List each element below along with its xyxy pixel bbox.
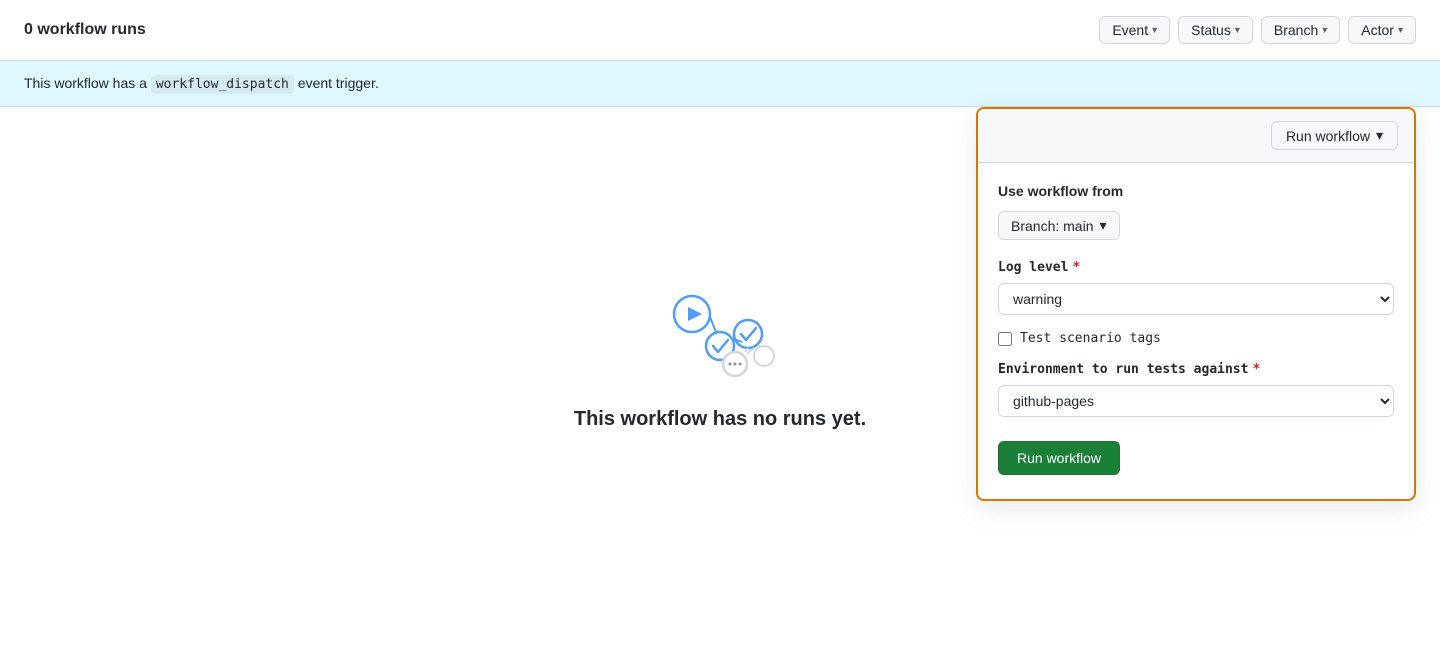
environment-required-star: * (1252, 362, 1260, 377)
filter-buttons: Event ▾ Status ▾ Branch ▾ Actor ▾ (1099, 16, 1416, 44)
empty-state-title: This workflow has no runs yet. (574, 408, 866, 431)
main-content: This workflow has no runs yet. Run workf… (0, 107, 1440, 607)
actor-chevron-icon: ▾ (1398, 25, 1403, 36)
status-filter-label: Status (1191, 22, 1231, 38)
status-filter-button[interactable]: Status ▾ (1178, 16, 1253, 44)
environment-select[interactable]: github-pages staging production (998, 385, 1394, 417)
log-level-label: Log level* (998, 260, 1394, 275)
banner-suffix: event trigger. (294, 75, 379, 91)
branch-chevron-icon: ▾ (1322, 25, 1327, 36)
panel-caret (1338, 107, 1354, 109)
run-workflow-submit-button[interactable]: Run workflow (998, 441, 1120, 475)
test-scenario-tags-label[interactable]: Test scenario tags (1020, 331, 1161, 346)
event-chevron-icon: ▾ (1152, 25, 1157, 36)
branch-selector-chevron: ▾ (1099, 217, 1106, 234)
run-workflow-submit-label: Run workflow (1017, 450, 1101, 466)
log-level-field-group: Log level* warning debug info error (998, 260, 1394, 315)
actor-filter-button[interactable]: Actor ▾ (1348, 16, 1416, 44)
branch-selector-button[interactable]: Branch: main ▾ (998, 211, 1120, 240)
log-level-required-star: * (1072, 260, 1080, 275)
run-workflow-trigger-label: Run workflow (1286, 128, 1370, 144)
banner-code: workflow_dispatch (151, 75, 294, 94)
workflow-runs-count: 0 workflow runs (24, 21, 146, 39)
event-filter-button[interactable]: Event ▾ (1099, 16, 1170, 44)
run-workflow-panel: Run workflow ▾ Use workflow from Branch:… (976, 107, 1416, 501)
run-workflow-trigger-button[interactable]: Run workflow ▾ (1271, 121, 1398, 150)
log-level-select[interactable]: warning debug info error (998, 283, 1394, 315)
branch-filter-button[interactable]: Branch ▾ (1261, 16, 1340, 44)
top-bar: 0 workflow runs Event ▾ Status ▾ Branch … (0, 0, 1440, 61)
branch-filter-label: Branch (1274, 22, 1318, 38)
actor-filter-label: Actor (1361, 22, 1394, 38)
run-workflow-trigger-chevron: ▾ (1376, 127, 1383, 144)
environment-field-group: Environment to run tests against* github… (998, 362, 1394, 417)
workflow-illustration (660, 284, 780, 384)
panel-header: Run workflow ▾ (978, 109, 1414, 163)
test-scenario-tags-checkbox[interactable] (998, 332, 1012, 346)
page-wrapper: 0 workflow runs Event ▾ Status ▾ Branch … (0, 0, 1440, 646)
status-chevron-icon: ▾ (1235, 25, 1240, 36)
event-filter-label: Event (1112, 22, 1148, 38)
environment-label: Environment to run tests against* (998, 362, 1394, 377)
dispatch-banner: This workflow has a workflow_dispatch ev… (0, 61, 1440, 107)
test-scenario-tags-row: Test scenario tags (998, 331, 1394, 346)
panel-body: Use workflow from Branch: main ▾ Log lev… (978, 163, 1414, 499)
use-workflow-from-label: Use workflow from (998, 183, 1394, 199)
branch-selector-label: Branch: main (1011, 218, 1093, 234)
banner-prefix: This workflow has a (24, 75, 151, 91)
